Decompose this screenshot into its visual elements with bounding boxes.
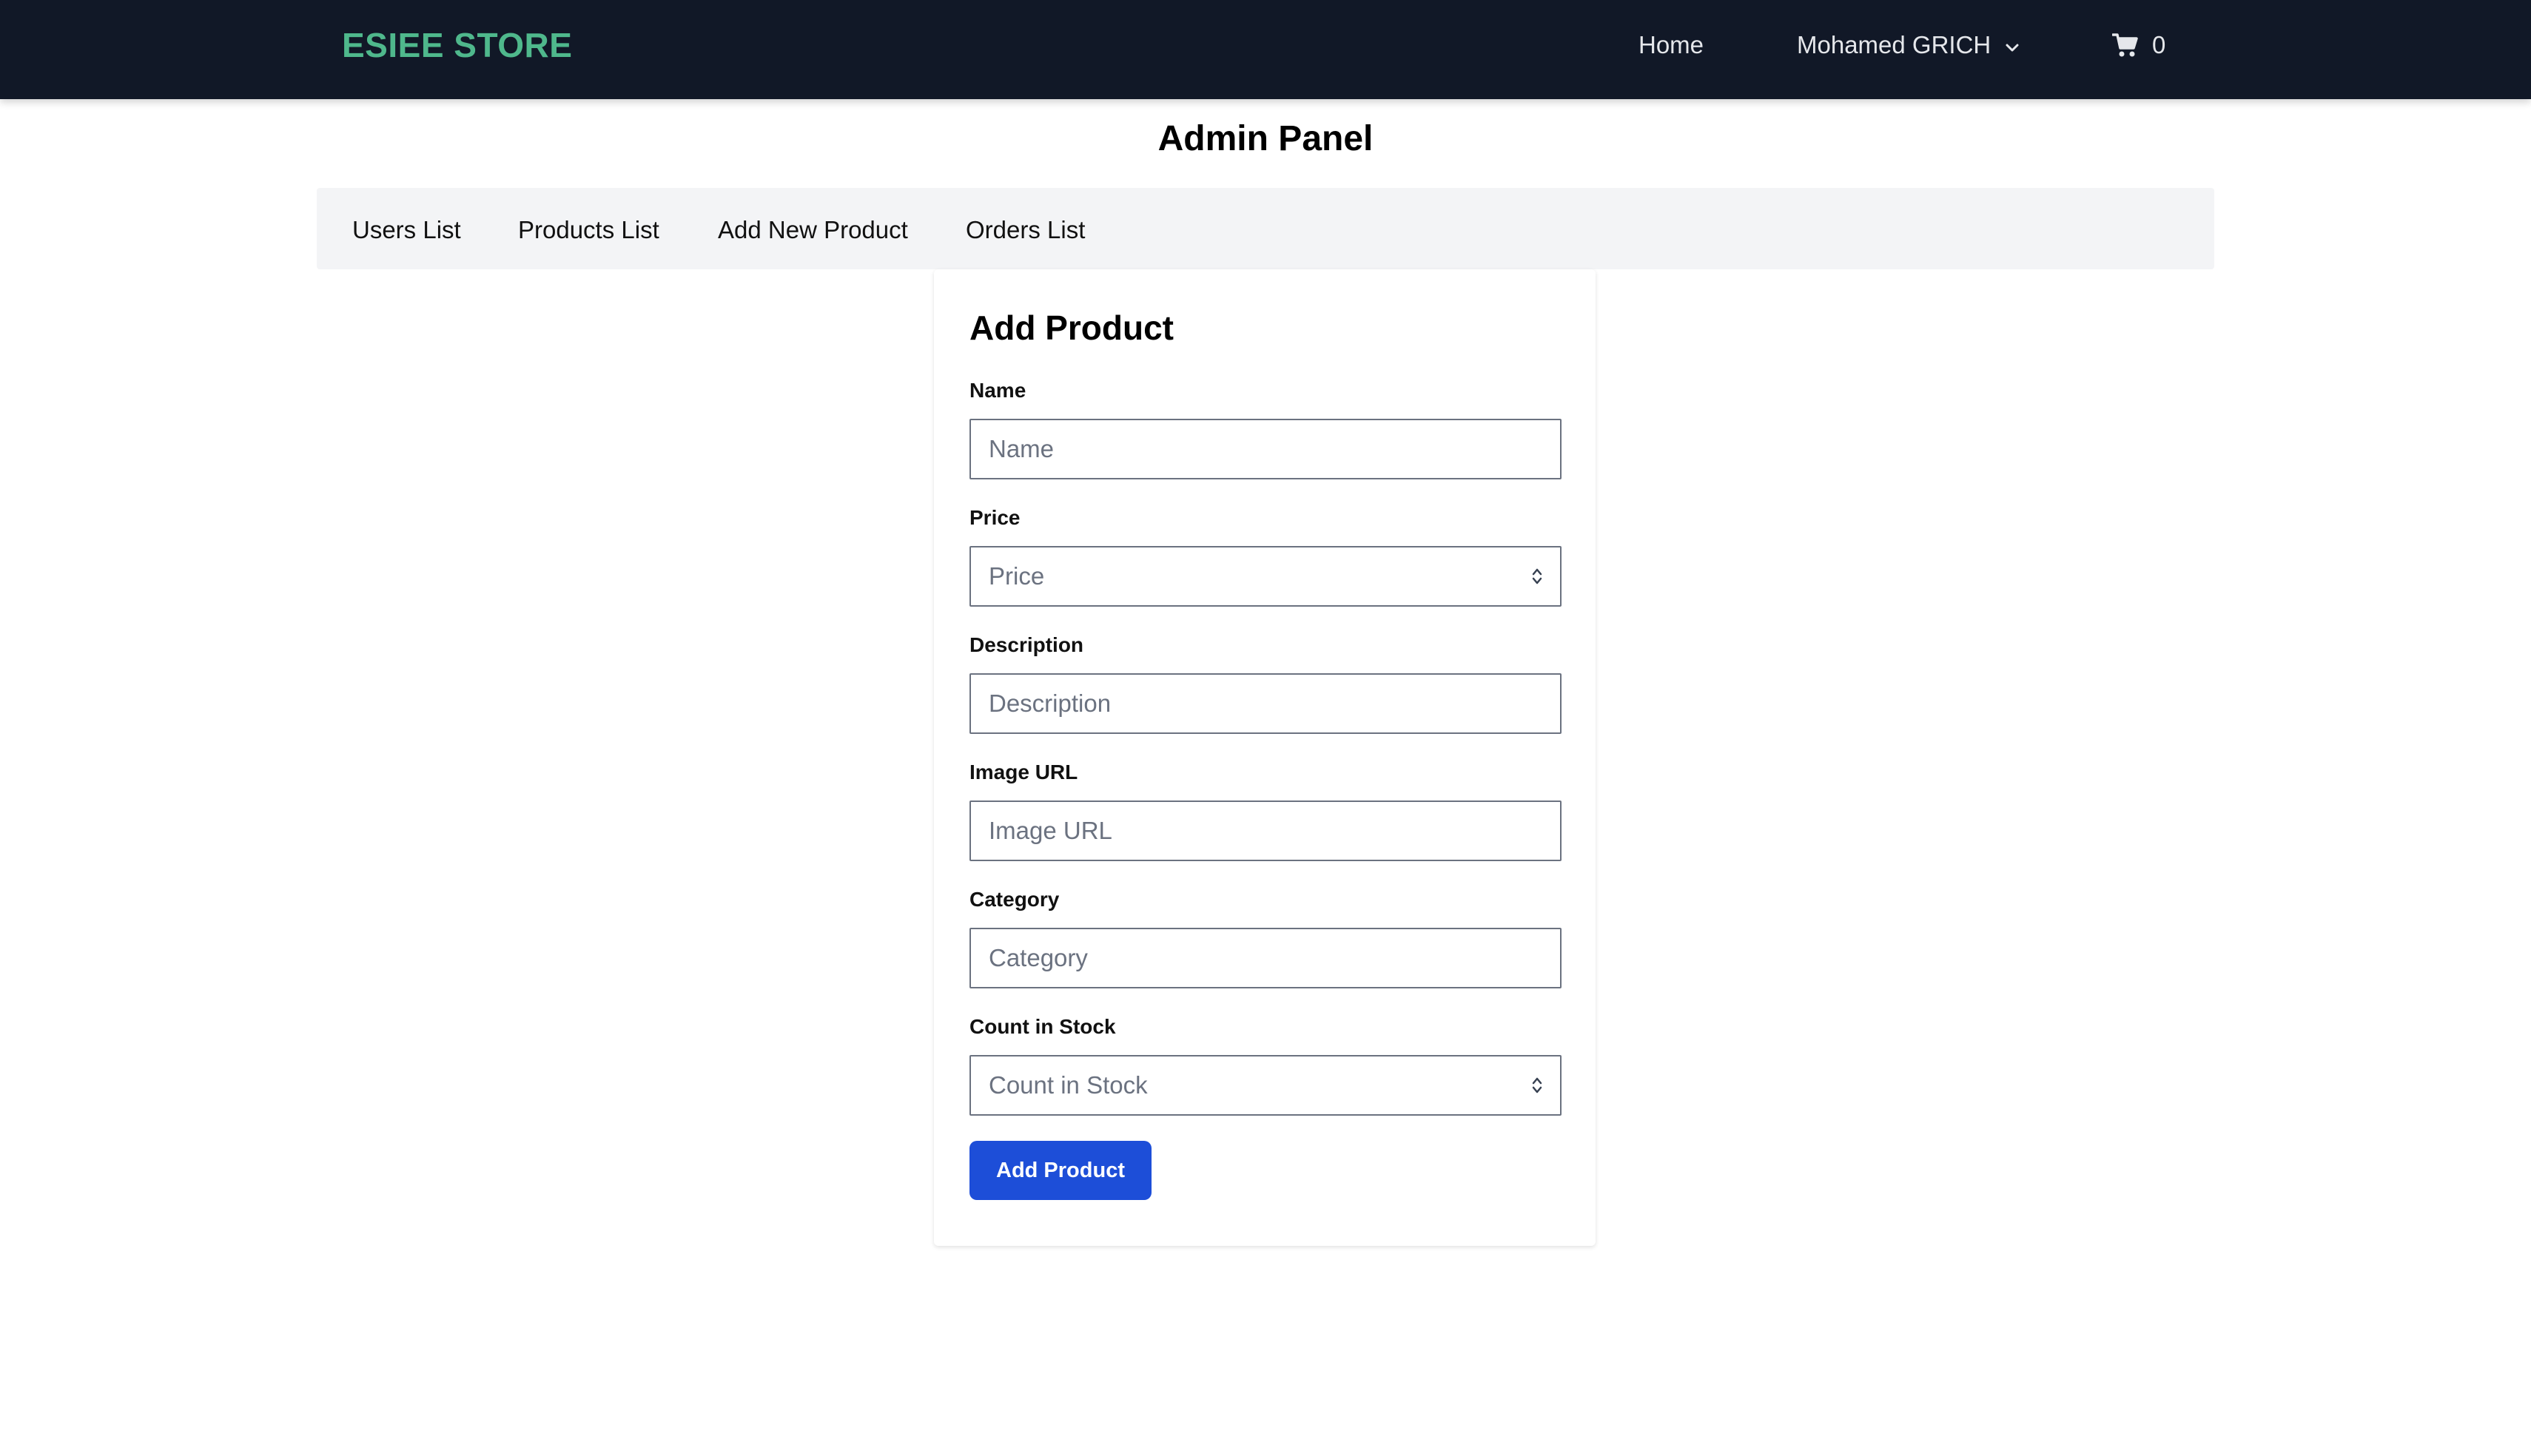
description-input[interactable] xyxy=(969,673,1562,734)
page-title: Admin Panel xyxy=(1157,119,1374,158)
user-name: Mohamed GRICH xyxy=(1797,31,1991,58)
cart-count: 0 xyxy=(2152,31,2166,58)
category-input[interactable] xyxy=(969,928,1562,988)
form-title: Add Product xyxy=(969,309,1174,347)
tab-add-new-product[interactable]: Add New Product xyxy=(718,216,908,244)
image-url-label: Image URL xyxy=(969,761,1078,783)
add-product-button[interactable]: Add Product xyxy=(969,1141,1152,1200)
count-in-stock-field xyxy=(969,1055,1562,1116)
cart-link[interactable]: 0 xyxy=(2111,31,2166,59)
tab-users-list[interactable]: Users List xyxy=(352,216,461,244)
category-label: Category xyxy=(969,888,1060,911)
tab-products-list[interactable]: Products List xyxy=(518,216,659,244)
top-navbar: ESIEE STORE Home Mohamed GRICH 0 xyxy=(0,0,2531,99)
image-url-input[interactable] xyxy=(969,801,1562,861)
price-input[interactable] xyxy=(969,546,1562,607)
tab-orders-list[interactable]: Orders List xyxy=(966,216,1085,244)
brand-logo[interactable]: ESIEE STORE xyxy=(342,25,572,65)
name-label: Name xyxy=(969,379,1026,402)
price-field xyxy=(969,546,1562,607)
user-menu[interactable]: Mohamed GRICH xyxy=(1797,31,2022,59)
shopping-cart-icon xyxy=(2111,33,2139,58)
name-input[interactable] xyxy=(969,419,1562,479)
price-label: Price xyxy=(969,506,1021,529)
count-in-stock-input[interactable] xyxy=(969,1055,1562,1116)
count-in-stock-label: Count in Stock xyxy=(969,1015,1116,1038)
add-product-card: Add Product Name Price Description Image… xyxy=(934,269,1596,1246)
chevron-down-icon xyxy=(2003,36,2022,55)
nav-home-link[interactable]: Home xyxy=(1638,31,1704,59)
admin-nav: Users List Products List Add New Product… xyxy=(317,188,2214,269)
description-label: Description xyxy=(969,633,1084,656)
